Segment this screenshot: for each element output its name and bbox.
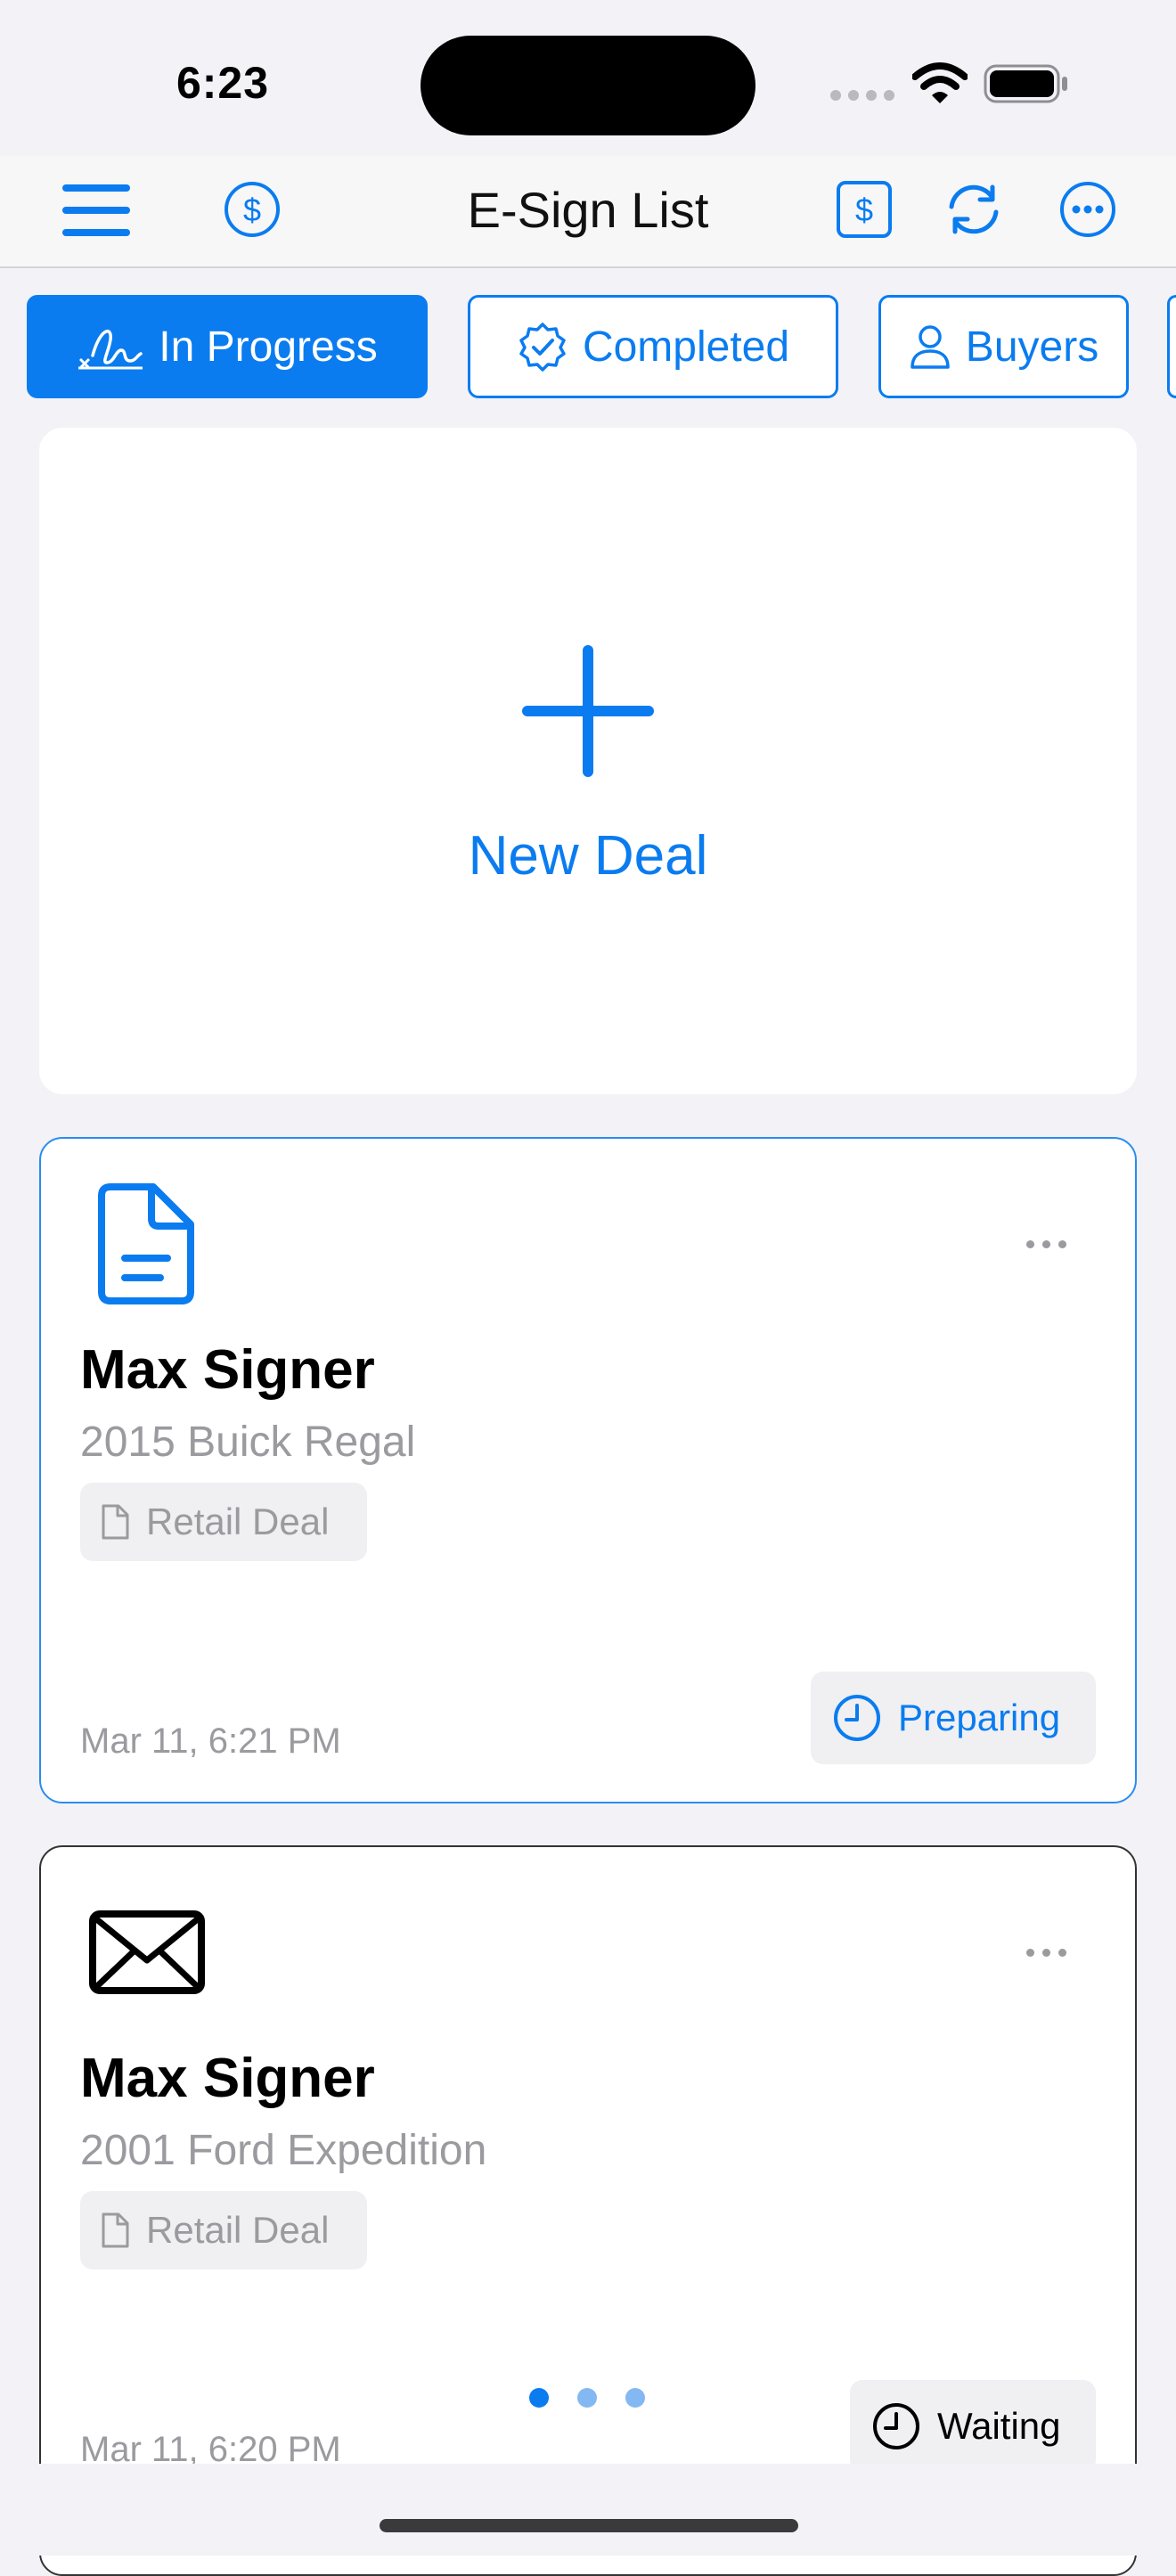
- deal-date: Mar 11, 6:21 PM: [80, 1721, 341, 1761]
- filter-buyers[interactable]: Buyers: [878, 295, 1129, 398]
- filter-in-progress[interactable]: In Progress: [27, 295, 428, 398]
- checkmark-seal-icon: [519, 323, 566, 372]
- dollar-circle-icon[interactable]: $: [223, 180, 282, 239]
- deal-more-button[interactable]: [1026, 1949, 1066, 1957]
- page-title: E-Sign List: [467, 182, 709, 238]
- wifi-icon: [912, 62, 968, 103]
- menu-icon[interactable]: [61, 183, 132, 238]
- refresh-icon[interactable]: [944, 182, 1003, 237]
- status-badge: Waiting: [850, 2380, 1096, 2473]
- person-icon: [911, 325, 950, 369]
- dollar-square-icon[interactable]: $: [836, 180, 893, 239]
- battery-icon: [984, 64, 1067, 103]
- doc-outline-icon: [102, 1504, 129, 1540]
- status-badge: Preparing: [811, 1672, 1096, 1764]
- deal-type-badge: Retail Deal: [80, 2191, 367, 2269]
- filter-chip-overflow[interactable]: [1167, 295, 1176, 398]
- clock-icon: [834, 1695, 880, 1741]
- page-dot[interactable]: [625, 2388, 645, 2408]
- filter-in-progress-label: In Progress: [159, 323, 378, 371]
- page-dot[interactable]: [577, 2388, 597, 2408]
- vehicle-name: 2015 Buick Regal: [80, 1419, 416, 1466]
- cellular-signal-icon: [830, 89, 902, 105]
- svg-text:$: $: [855, 192, 873, 228]
- document-icon: [98, 1183, 194, 1304]
- envelope-icon: [89, 1910, 205, 1994]
- vehicle-name: 2001 Ford Expedition: [80, 2127, 487, 2174]
- dynamic-island: [421, 36, 755, 135]
- status-label: Waiting: [937, 2405, 1061, 2447]
- deal-type-badge: Retail Deal: [80, 1483, 367, 1561]
- new-deal-label: New Deal: [468, 825, 708, 887]
- clock-icon: [873, 2403, 919, 2449]
- status-time: 6:23: [176, 58, 270, 108]
- doc-outline-icon: [102, 2212, 129, 2248]
- more-options-icon[interactable]: [1058, 180, 1117, 239]
- filter-completed-label: Completed: [582, 323, 790, 371]
- deal-type-label: Retail Deal: [146, 1501, 330, 1542]
- buyer-name: Max Signer: [80, 2048, 375, 2109]
- svg-text:$: $: [243, 192, 261, 228]
- buyer-name: Max Signer: [80, 1339, 375, 1401]
- deal-type-label: Retail Deal: [146, 2209, 330, 2251]
- filter-buyers-label: Buyers: [965, 323, 1099, 371]
- status-label: Preparing: [898, 1697, 1061, 1738]
- filter-completed[interactable]: Completed: [468, 295, 838, 398]
- page-dot[interactable]: [529, 2388, 549, 2408]
- signature-icon: [78, 330, 143, 370]
- deal-more-button[interactable]: [1026, 1240, 1066, 1248]
- home-indicator[interactable]: [380, 2519, 798, 2532]
- page-indicator[interactable]: [529, 2388, 645, 2408]
- plus-icon: [522, 645, 654, 777]
- bottom-safe-area: [0, 2464, 1176, 2556]
